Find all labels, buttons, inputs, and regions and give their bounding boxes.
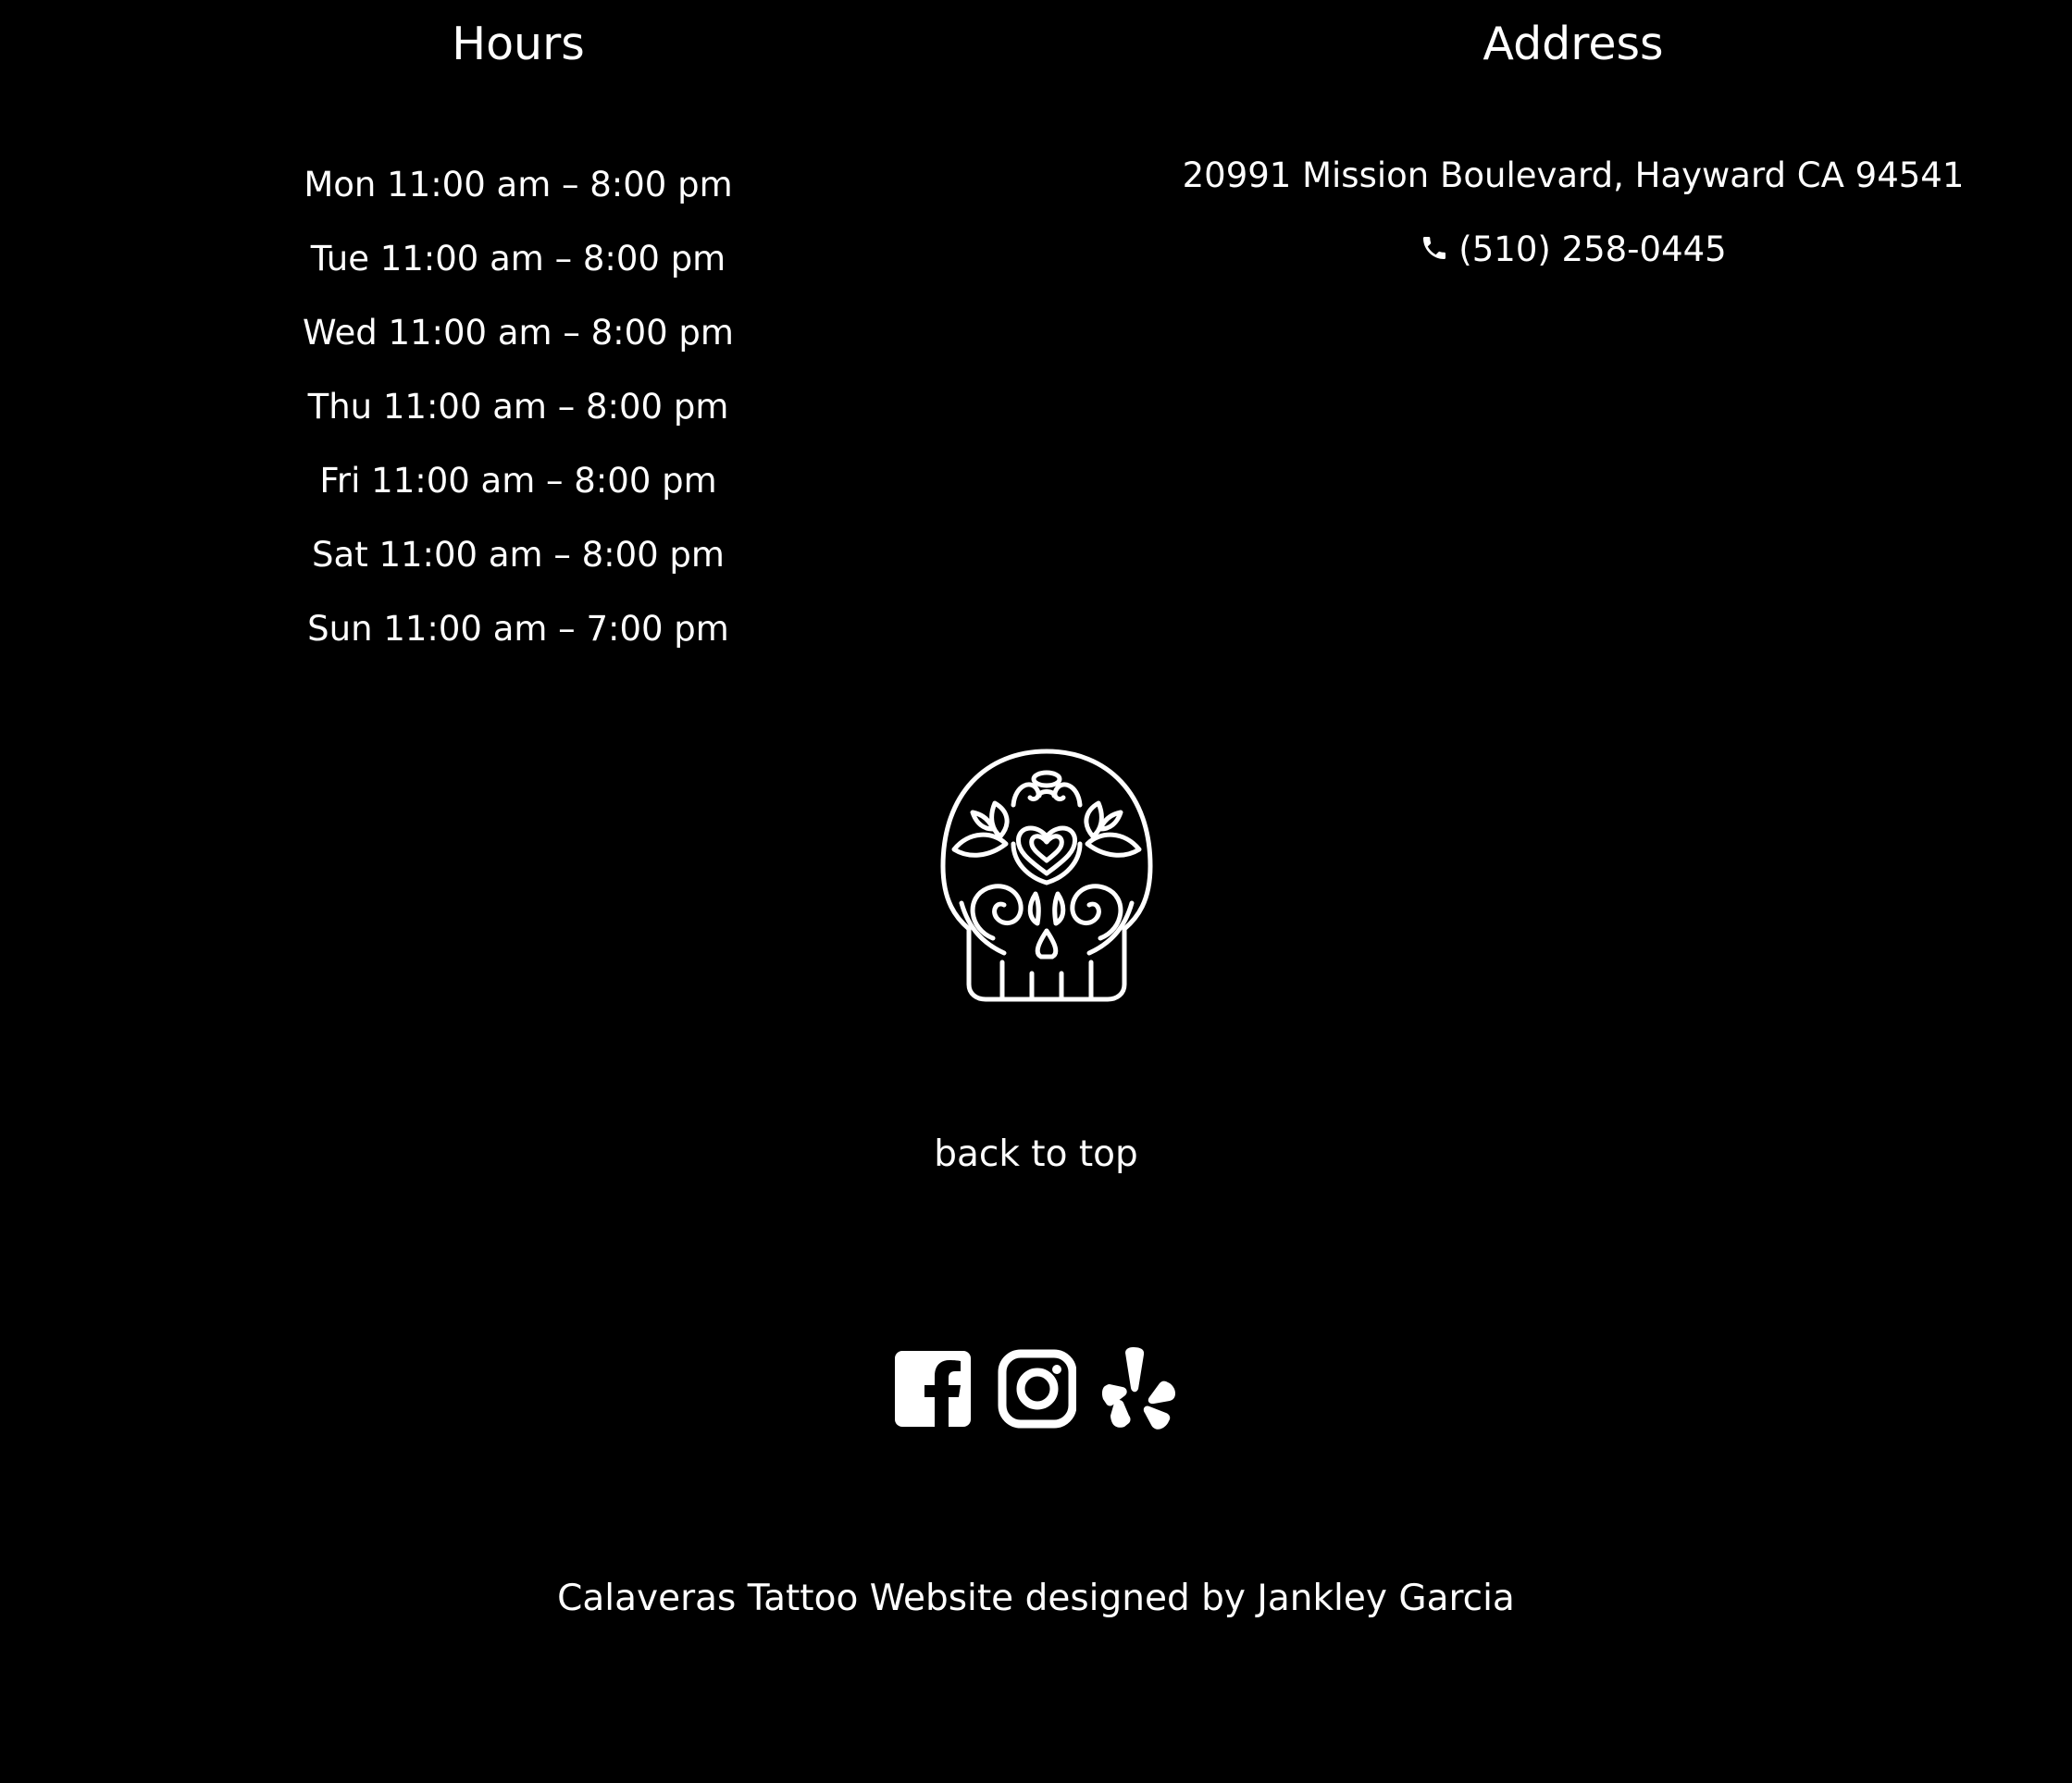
hours-list: Mon 11:00 am – 8:00 pm Tue 11:00 am – 8:… (0, 148, 1036, 666)
sugar-skull-icon (936, 748, 1158, 1003)
phone-line[interactable]: (510) 258-0445 (1055, 222, 2072, 278)
back-to-top-link[interactable]: back to top (0, 1127, 2072, 1182)
social-links (0, 1343, 2072, 1436)
hours-item-fri: Fri 11:00 am – 8:00 pm (319, 461, 717, 501)
hours-item-mon: Mon 11:00 am – 8:00 pm (304, 165, 733, 204)
phone-icon (1420, 224, 1449, 259)
footer-credit: Calaveras Tattoo Website designed by Jan… (557, 1578, 1515, 1619)
hours-item-wed: Wed 11:00 am – 8:00 pm (303, 313, 734, 353)
address-heading: Address (1483, 18, 1664, 70)
street-address: 20991 Mission Boulevard, Hayward CA 9454… (1182, 155, 1965, 195)
hours-item-thu: Thu 11:00 am – 8:00 pm (307, 387, 729, 427)
phone-number[interactable]: (510) 258-0445 (1458, 229, 1726, 269)
hours-item-sat: Sat 11:00 am – 8:00 pm (312, 535, 725, 575)
instagram-icon[interactable] (997, 1343, 1076, 1432)
facebook-icon[interactable] (893, 1343, 973, 1432)
hours-item-sun: Sun 11:00 am – 7:00 pm (307, 609, 729, 649)
footer-page: Hours Mon 11:00 am – 8:00 pm Tue 11:00 a… (0, 0, 2072, 1783)
hours-heading: Hours (452, 18, 585, 70)
hours-item-tue: Tue 11:00 am – 8:00 pm (310, 239, 726, 279)
yelp-icon[interactable] (1099, 1343, 1179, 1432)
